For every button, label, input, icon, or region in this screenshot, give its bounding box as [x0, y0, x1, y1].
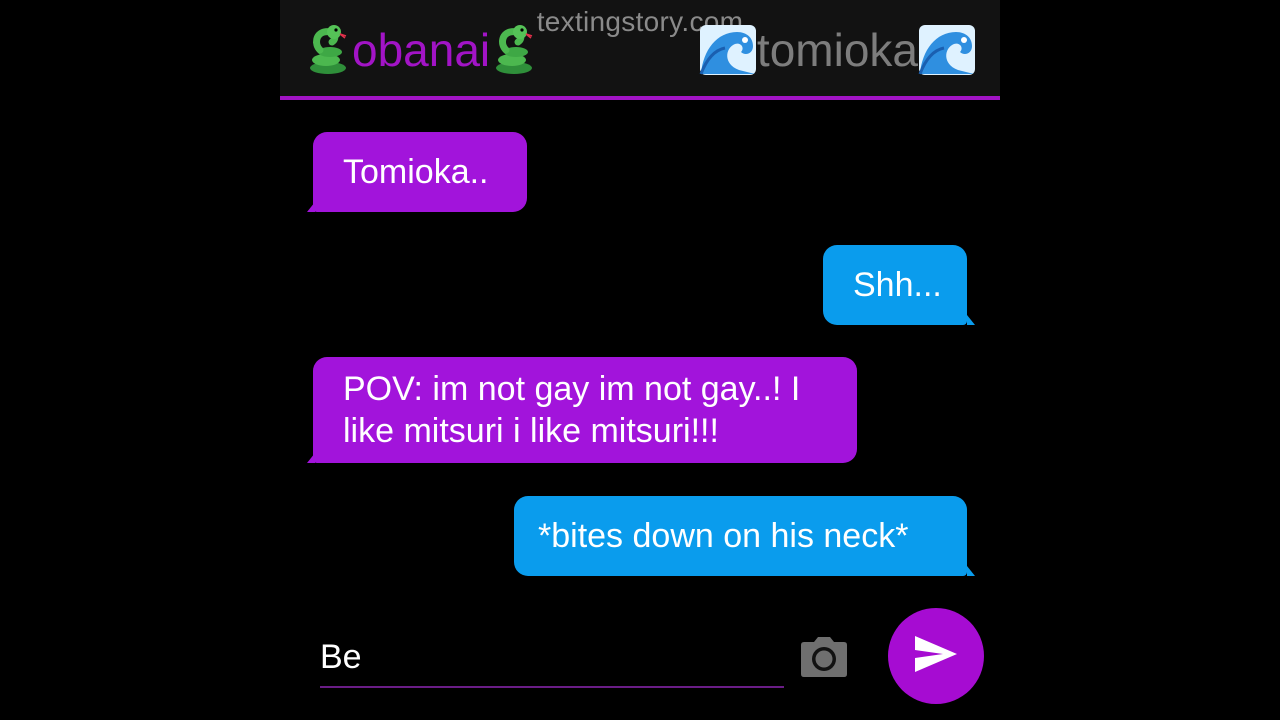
message-text: Tomioka.. [343, 153, 489, 191]
snake-icon [304, 24, 352, 76]
bubble-tail [967, 315, 975, 325]
bubble-tail [307, 202, 315, 212]
chat-screen: textingstory.com obanai tomioka Tomioka.… [280, 0, 1000, 720]
send-icon [913, 634, 959, 679]
chat-header: textingstory.com obanai tomioka [280, 0, 1000, 96]
water-wave-icon [699, 24, 757, 76]
water-wave-icon [918, 24, 976, 76]
contact-right: tomioka [699, 22, 976, 78]
contact-left-name: obanai [352, 24, 491, 76]
header-divider [280, 96, 1000, 100]
bubble-tail [307, 453, 315, 463]
send-button[interactable] [888, 608, 984, 704]
contact-left: obanai [304, 22, 538, 78]
contact-right-name: tomioka [756, 24, 918, 76]
message-input[interactable]: Be [320, 638, 362, 677]
message-bubble-sent: *bites down on his neck* [514, 496, 967, 576]
message-text: POV: im not gay im not gay..! I like mit… [343, 370, 801, 450]
message-bubble-received: POV: im not gay im not gay..! I like mit… [313, 357, 857, 463]
message-text: *bites down on his neck* [538, 517, 909, 555]
message-input-underline [320, 686, 784, 688]
camera-icon[interactable] [800, 636, 848, 678]
snake-icon [490, 24, 538, 76]
message-text: Shh... [853, 266, 942, 304]
bubble-tail [967, 566, 975, 576]
message-bubble-received: Tomioka.. [313, 132, 527, 212]
message-bubble-sent: Shh... [823, 245, 967, 325]
